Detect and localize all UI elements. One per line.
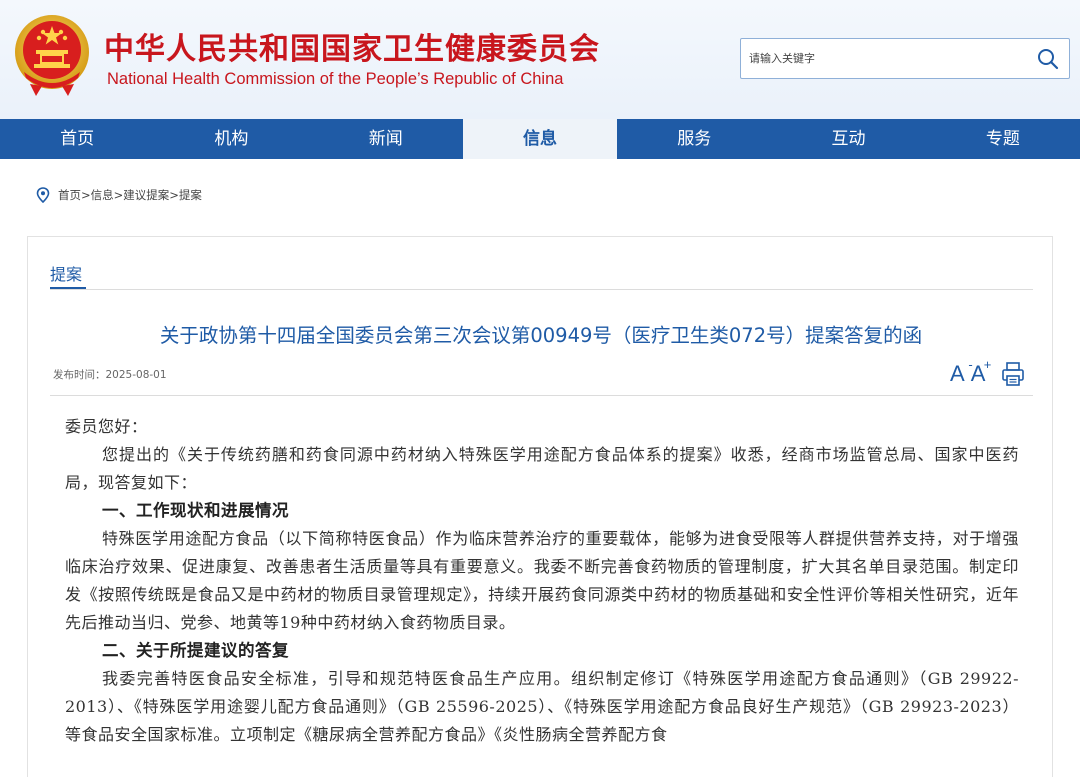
breadcrumb-separator: > (169, 188, 179, 202)
font-decrease-letter: A (950, 361, 965, 386)
plus-sign: + (983, 357, 992, 372)
publish-date-value: 2025-08-01 (105, 369, 167, 381)
nav-item-topics[interactable]: 专题 (926, 119, 1080, 159)
nav-item-organization[interactable]: 机构 (154, 119, 308, 159)
font-decrease-button[interactable]: A- (950, 357, 973, 387)
nav-item-news[interactable]: 新闻 (309, 119, 463, 159)
article-greeting: 委员您好： (65, 417, 148, 436)
article-paragraph: 您提出的《关于传统药膳和药食同源中药材纳入特殊医学用途配方食品体系的提案》收悉，… (65, 445, 1019, 492)
nav-item-home[interactable]: 首页 (0, 119, 154, 159)
breadcrumb: 首页 > 信息 > 建议提案 > 提案 (36, 187, 202, 203)
breadcrumb-home[interactable]: 首页 (58, 187, 81, 203)
site-header: 中华人民共和国国家卫生健康委员会 National Health Commiss… (0, 0, 1080, 119)
breadcrumb-suggestions-proposals[interactable]: 建议提案 (123, 187, 169, 203)
article-heading-2: 二、关于所提建议的答复 (102, 641, 289, 660)
article-title: 关于政协第十四届全国委员会第三次会议第00949号（医疗卫生类072号）提案答复… (159, 324, 923, 347)
article-heading-1: 一、工作现状和进展情况 (102, 501, 289, 520)
site-title-en[interactable]: National Health Commission of the People… (107, 70, 563, 89)
site-title-cn[interactable]: 中华人民共和国国家卫生健康委员会 (104, 24, 600, 68)
article-body: 委员您好： 您提出的《关于传统药膳和药食同源中药材纳入特殊医学用途配方食品体系的… (65, 413, 1019, 749)
nav-item-services[interactable]: 服务 (617, 119, 771, 159)
section-divider (50, 289, 1033, 290)
search-icon[interactable] (1037, 48, 1059, 70)
breadcrumb-proposals[interactable]: 提案 (179, 187, 202, 203)
nav-item-interaction[interactable]: 互动 (771, 119, 925, 159)
main-nav: 首页 机构 新闻 信息 服务 互动 专题 (0, 119, 1080, 159)
national-emblem-icon[interactable] (12, 12, 92, 98)
breadcrumb-information[interactable]: 信息 (91, 187, 114, 203)
publish-date-label: 发布时间： (53, 369, 106, 381)
breadcrumb-separator: > (81, 188, 91, 202)
publish-date: 发布时间：2025-08-01 (53, 367, 167, 382)
search-box (740, 38, 1070, 79)
article-panel: 提案 关于政协第十四届全国委员会第三次会议第00949号（医疗卫生类072号）提… (27, 236, 1053, 777)
breadcrumb-separator: > (113, 188, 124, 202)
search-input[interactable] (741, 39, 1026, 78)
nav-item-information[interactable]: 信息 (462, 119, 618, 159)
font-increase-button[interactable]: A + (971, 357, 992, 387)
section-tab-underline (50, 287, 86, 289)
content-divider (50, 395, 1033, 396)
location-pin-icon (36, 187, 50, 203)
print-icon[interactable] (1001, 361, 1025, 387)
article-tools: A- A + (950, 357, 1025, 387)
section-tab-proposals[interactable]: 提案 (50, 261, 82, 285)
article-paragraph: 我委完善特医食品安全标准，引导和规范特医食品生产应用。组织制定修订《特殊医学用途… (65, 669, 1019, 744)
article-paragraph: 特殊医学用途配方食品（以下简称特医食品）作为临床营养治疗的重要载体，能够为进食受… (65, 529, 1019, 632)
